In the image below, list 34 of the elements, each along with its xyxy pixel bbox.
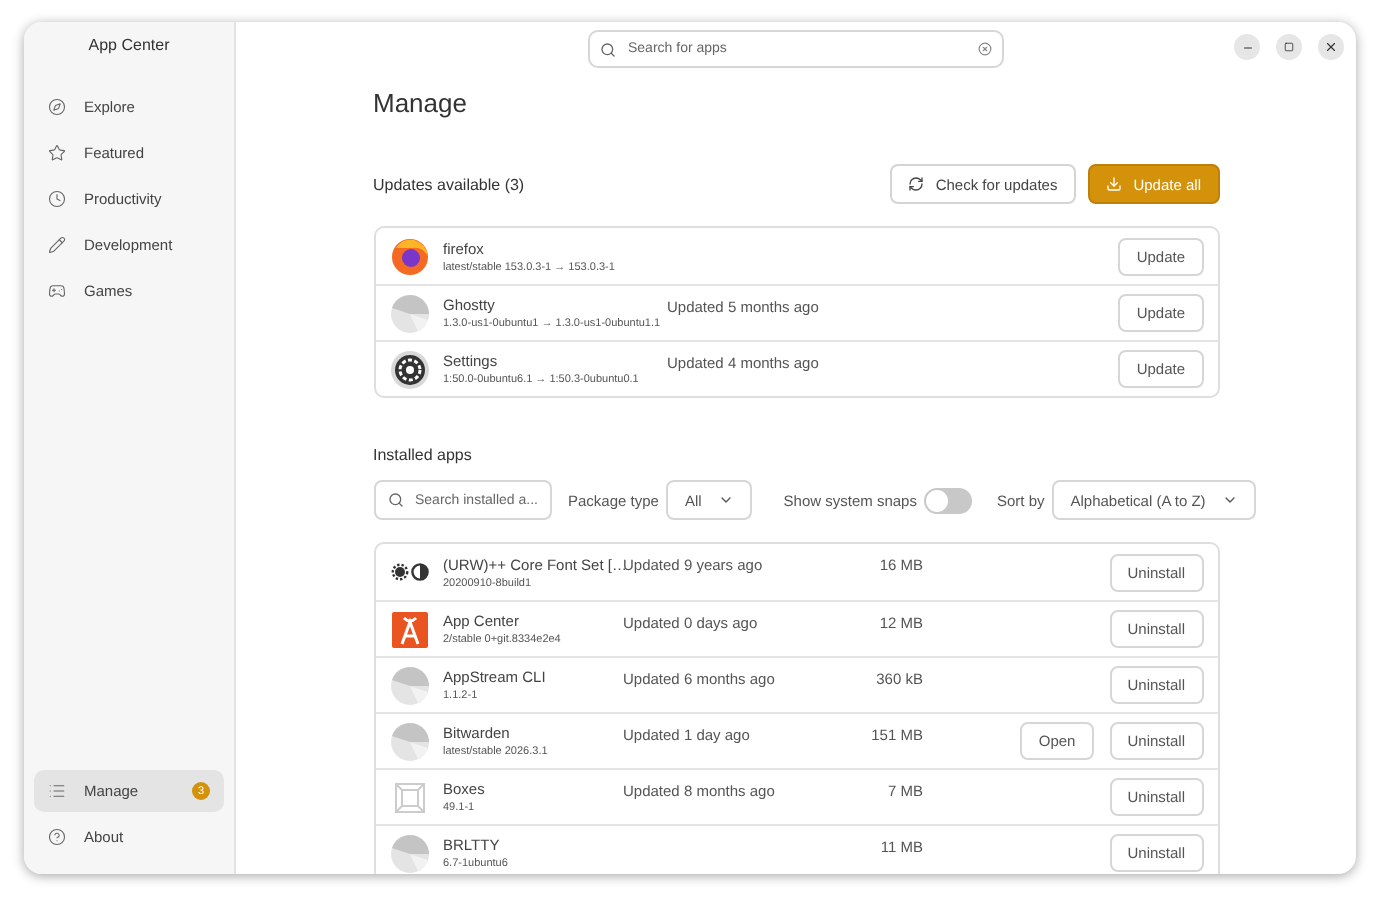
app-icon: [390, 721, 430, 761]
section-heading: Installed apps: [373, 446, 474, 464]
refresh-icon: [907, 176, 924, 192]
gear-circle-icon: [390, 562, 430, 582]
box-icon: [390, 777, 430, 817]
search-icon: [600, 41, 616, 57]
bag-icon: [390, 609, 430, 649]
clock-icon: [48, 190, 66, 208]
clear-icon[interactable]: [978, 42, 992, 56]
gamepad-icon: [48, 282, 66, 300]
chevron-down-icon: [717, 492, 734, 508]
window-title: App Center: [86, 34, 172, 58]
app-icon: [390, 665, 430, 705]
download-icon: [1105, 176, 1122, 192]
maximize-icon: [1284, 42, 1294, 52]
app-icon: [390, 293, 430, 333]
minimize-button[interactable]: [1234, 34, 1260, 60]
close-button[interactable]: [1318, 34, 1344, 60]
section-heading: Updates available (3): [373, 175, 525, 193]
pencil-icon: [48, 236, 66, 254]
maximize-button[interactable]: [1276, 34, 1302, 60]
compass-icon: [48, 98, 66, 116]
fox-globe-icon: [390, 236, 430, 276]
close-icon: [1324, 40, 1338, 54]
page-title: Manage: [373, 88, 469, 118]
list-icon: [48, 782, 66, 800]
help-icon: [48, 828, 66, 846]
toggle-switch[interactable]: [924, 487, 973, 513]
minimize-icon: [1241, 41, 1253, 53]
chevron-down-icon: [1221, 492, 1238, 508]
app-icon: [390, 833, 430, 873]
settings-icon: [390, 349, 430, 389]
search-icon: [387, 492, 403, 508]
star-icon: [48, 144, 66, 162]
